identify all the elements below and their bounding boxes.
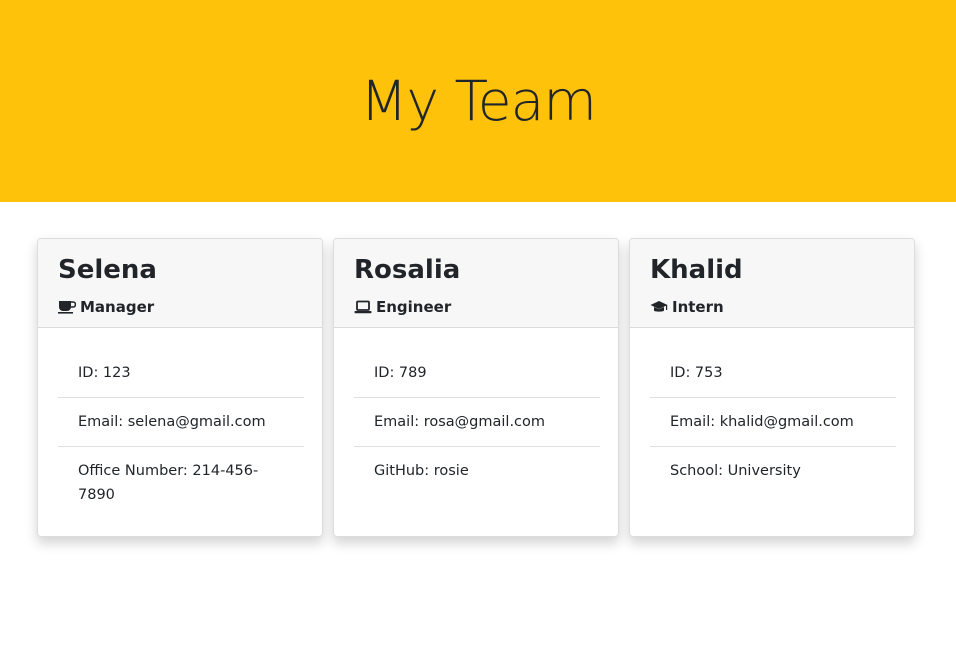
employee-name: Khalid (650, 255, 743, 285)
employee-card-engineer: Rosalia Engineer ID: 789 Email: rosa@gma… (333, 238, 619, 537)
details-list: ID: 753 Email: khalid@gmail.com School: … (650, 349, 896, 495)
role-label: Intern (672, 298, 724, 316)
card-header: Khalid Intern (630, 239, 914, 328)
role-label: Engineer (376, 298, 452, 316)
list-item-office-number: Office Number: 214-456-7890 (78, 463, 259, 503)
coffee-icon (58, 300, 76, 314)
list-item-school: School: University (670, 463, 801, 479)
employee-role: Manager (58, 297, 154, 317)
list-item-email[interactable]: Email: selena@gmail.com (58, 398, 304, 447)
details-list: ID: 123 Email: selena@gmail.com Office N… (58, 349, 304, 519)
list-item-email[interactable]: Email: khalid@gmail.com (650, 398, 896, 447)
list-item-id: ID: 789 (354, 349, 600, 398)
list-item-email[interactable]: Email: rosa@gmail.com (354, 398, 600, 447)
employee-role: Engineer (354, 297, 451, 317)
employee-role: Intern (650, 297, 724, 317)
employee-name: Selena (58, 255, 157, 285)
graduation-cap-icon (650, 300, 668, 314)
employee-name: Rosalia (354, 255, 461, 285)
role-label: Manager (80, 298, 155, 316)
page-title: My Team (360, 69, 597, 133)
list-item-id: ID: 123 (58, 349, 304, 398)
card-header: Rosalia Engineer (334, 239, 618, 328)
employee-card-manager: Selena Manager ID: 123 Email: selena@gma… (37, 238, 323, 537)
list-item-id: ID: 753 (650, 349, 896, 398)
list-item-github[interactable]: GitHub: rosie (354, 447, 600, 495)
header-banner: My Team (0, 0, 956, 202)
card-header: Selena Manager (38, 239, 322, 328)
laptop-icon (354, 300, 372, 314)
details-list: ID: 789 Email: rosa@gmail.com GitHub: ro… (354, 349, 600, 495)
employee-card-intern: Khalid Intern ID: 753 Email: khalid@gmai… (629, 238, 915, 537)
